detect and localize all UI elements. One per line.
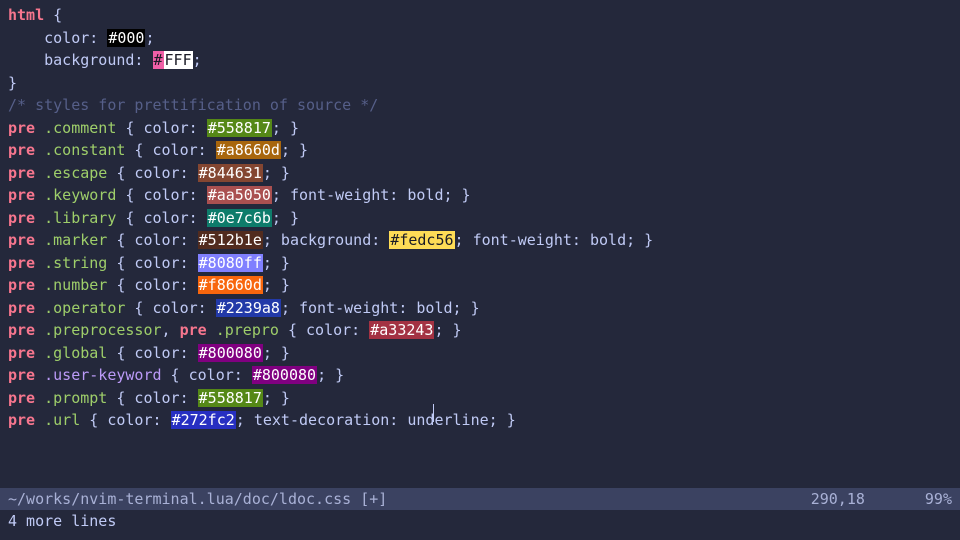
- code-line[interactable]: /* styles for prettification of source *…: [8, 94, 952, 117]
- code-line[interactable]: pre .keyword { color: #aa5050; font-weig…: [8, 184, 952, 207]
- editor-buffer[interactable]: html { color: #000; background: #FFF;}/*…: [0, 0, 960, 436]
- status-cursor-position: 290,18: [811, 488, 865, 511]
- code-line[interactable]: pre .comment { color: #558817; }: [8, 117, 952, 140]
- code-line[interactable]: pre .marker { color: #512b1e; background…: [8, 229, 952, 252]
- color-swatch: #800080: [198, 344, 263, 362]
- status-file-path: ~/works/nvim-terminal.lua/doc/ldoc.css […: [8, 488, 387, 511]
- color-swatch: #aa5050: [207, 186, 272, 204]
- color-swatch: #2239a8: [216, 299, 281, 317]
- color-swatch: #0e7c6b: [207, 209, 272, 227]
- code-line[interactable]: background: #FFF;: [8, 49, 952, 72]
- text-cursor: [433, 404, 434, 422]
- code-line[interactable]: pre .user-keyword { color: #800080; }: [8, 364, 952, 387]
- color-swatch: #800080: [252, 366, 317, 384]
- code-line[interactable]: }: [8, 72, 952, 95]
- code-line[interactable]: pre .global { color: #800080; }: [8, 342, 952, 365]
- code-line[interactable]: pre .string { color: #8080ff; }: [8, 252, 952, 275]
- status-line: ~/works/nvim-terminal.lua/doc/ldoc.css […: [0, 488, 960, 510]
- code-line[interactable]: pre .escape { color: #844631; }: [8, 162, 952, 185]
- code-line[interactable]: pre .library { color: #0e7c6b; }: [8, 207, 952, 230]
- command-message-line: 4 more lines: [0, 510, 960, 533]
- code-line[interactable]: html {: [8, 4, 952, 27]
- code-line[interactable]: pre .preprocessor, pre .prepro { color: …: [8, 319, 952, 342]
- color-swatch: #fedc56: [389, 231, 454, 249]
- code-line[interactable]: pre .url { color: #272fc2; text-decorati…: [8, 409, 952, 432]
- code-line[interactable]: pre .number { color: #f8660d; }: [8, 274, 952, 297]
- color-swatch: #a8660d: [216, 141, 281, 159]
- status-scroll-percent: 99%: [925, 488, 952, 511]
- color-swatch: #f8660d: [198, 276, 263, 294]
- color-swatch: #512b1e: [198, 231, 263, 249]
- code-line[interactable]: pre .prompt { color: #558817; }: [8, 387, 952, 410]
- code-line[interactable]: pre .operator { color: #2239a8; font-wei…: [8, 297, 952, 320]
- color-swatch: #272fc2: [171, 411, 236, 429]
- color-swatch: #844631: [198, 164, 263, 182]
- color-swatch: #8080ff: [198, 254, 263, 272]
- code-line[interactable]: color: #000;: [8, 27, 952, 50]
- color-swatch: #a33243: [369, 321, 434, 339]
- color-swatch: #558817: [207, 119, 272, 137]
- message-text: 4 more lines: [8, 512, 116, 530]
- color-swatch: FFF: [164, 51, 193, 69]
- color-swatch: #000: [107, 29, 145, 47]
- color-swatch: #558817: [198, 389, 263, 407]
- color-swatch: #: [153, 51, 164, 69]
- code-line[interactable]: pre .constant { color: #a8660d; }: [8, 139, 952, 162]
